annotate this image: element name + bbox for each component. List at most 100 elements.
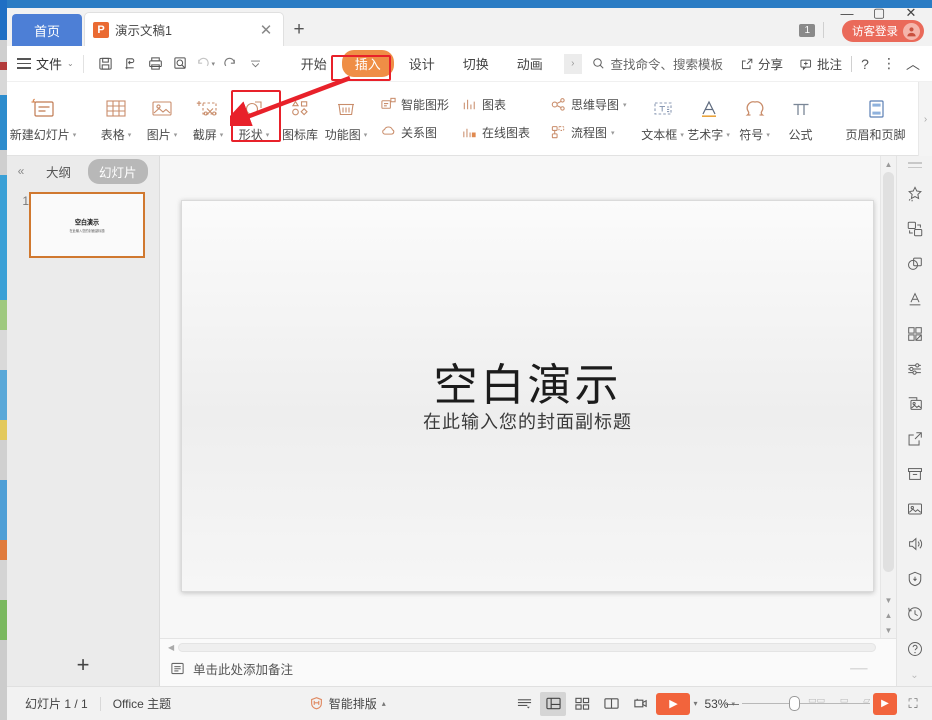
wordart-a-icon[interactable] <box>900 281 930 316</box>
zoom-handle[interactable] <box>789 696 800 711</box>
grid-apps-icon[interactable] <box>900 316 930 351</box>
slideshow-options-icon[interactable]: ▾ <box>693 699 697 708</box>
reading-view-icon[interactable] <box>598 692 624 716</box>
file-menu-button[interactable]: 文件 ⌄ <box>17 54 74 73</box>
ribbon-tab-insert[interactable]: 插入 <box>341 50 394 77</box>
ribbon-tab-transitions[interactable]: 切换 <box>450 50 502 77</box>
undo-icon[interactable]: ▾ <box>193 52 218 76</box>
ribbon-icon-library[interactable]: 图标库 <box>277 88 323 150</box>
notes-input[interactable]: 单击此处添加备注 <box>170 659 293 678</box>
help-circle-icon[interactable] <box>900 631 930 666</box>
ribbon-tab-home[interactable]: 开始 <box>288 50 340 77</box>
presenter-view-icon[interactable] <box>627 692 653 716</box>
ribbon-table[interactable]: 表格 ▾ <box>93 88 139 150</box>
ribbon-relationship[interactable]: 关系图 <box>375 121 454 144</box>
ribbon-symbol[interactable]: 符号 ▾ <box>732 88 778 150</box>
swap-shapes-icon[interactable] <box>900 211 930 246</box>
scroll-left-icon[interactable]: ◀ <box>168 643 174 652</box>
print-preview-icon[interactable] <box>168 52 193 76</box>
slide-sorter-icon[interactable] <box>569 692 595 716</box>
close-tab-icon[interactable]: ✕ <box>257 21 275 39</box>
photo-icon[interactable] <box>900 491 930 526</box>
ribbon-wordart[interactable]: 艺术字 ▾ <box>686 88 732 150</box>
collapse-panel-icon[interactable]: « <box>13 164 29 178</box>
vertical-scrollbar[interactable]: ▲ ▼ ▲ ▼ <box>880 156 896 638</box>
sliders-icon[interactable] <box>900 351 930 386</box>
print-icon[interactable] <box>143 52 168 76</box>
history-clock-icon[interactable] <box>900 596 930 631</box>
theme-label[interactable]: Office 主题 <box>101 695 183 712</box>
collapse-ribbon-icon[interactable]: ︿ <box>902 53 924 75</box>
comment-button[interactable]: 批注 <box>792 51 849 76</box>
new-tab-icon[interactable]: + <box>284 14 314 46</box>
horizontal-scrollbar[interactable]: ◀ <box>168 642 876 652</box>
more-tabs-icon[interactable]: › <box>563 53 582 74</box>
ribbon-flowchart[interactable]: 流程图 ▾ <box>545 121 632 144</box>
ribbon-tab-animation[interactable]: 动画 <box>504 50 556 77</box>
rail-chevron-down-icon[interactable]: ⌄ <box>910 667 918 686</box>
tab-outline[interactable]: 大纲 <box>35 159 82 184</box>
ribbon-online-chart[interactable]: 在线图表 <box>456 121 535 144</box>
home-tab[interactable]: 首页 <box>12 14 82 46</box>
ribbon-header-footer-label: 页眉和页脚 <box>845 128 906 142</box>
start-slideshow-button[interactable]: ▶ <box>656 692 691 715</box>
next-slide-icon[interactable]: ▼ <box>881 622 896 638</box>
outline-view-icon[interactable] <box>511 692 537 716</box>
ribbon-smartart[interactable]: 智能图形 <box>375 93 454 116</box>
help-icon[interactable]: ? <box>854 53 876 75</box>
zoom-out-icon[interactable]: — <box>726 696 739 711</box>
ribbon-equation[interactable]: 公式 <box>778 88 824 150</box>
image-frame-icon[interactable] <box>900 386 930 421</box>
ribbon-function-chart[interactable]: 功能图 ▾ <box>323 88 369 150</box>
redo-icon[interactable] <box>218 52 243 76</box>
fullscreen-icon[interactable]: ⛶ <box>900 692 926 716</box>
ribbon-tab-design[interactable]: 设计 <box>396 50 448 77</box>
share-out-icon[interactable] <box>900 421 930 456</box>
ribbon-overflow-button[interactable]: › <box>918 82 932 156</box>
guest-login-button[interactable]: 访客登录 <box>842 20 924 42</box>
slide-surface[interactable]: 空白演示 在此输入您的封面副标题 <box>181 200 874 592</box>
slide-canvas[interactable]: 空白演示 在此输入您的封面副标题 <box>160 156 880 638</box>
ribbon-chart[interactable]: 图表 <box>456 93 535 116</box>
ribbon-new-slide[interactable]: 新建幻灯片 ▾ <box>7 88 79 150</box>
sparkle-star-icon[interactable] <box>900 176 930 211</box>
slide-count-label: 幻灯片 1 / 1 <box>25 697 88 711</box>
speaker-icon[interactable] <box>900 526 930 561</box>
add-slide-button[interactable]: + <box>7 644 159 686</box>
archive-box-icon[interactable] <box>900 456 930 491</box>
slide-title-placeholder[interactable]: 空白演示 <box>182 349 873 413</box>
slide-thumbnail[interactable]: 空白演示 在此输入您的封面副标题 <box>29 192 145 258</box>
ribbon-picture[interactable]: 图片 ▾ <box>139 88 185 150</box>
scroll-up-icon[interactable]: ▲ <box>881 156 896 172</box>
label-text: 艺术字 <box>687 128 724 142</box>
label-text: 截屏 <box>192 128 217 142</box>
ribbon-header-footer[interactable]: 页眉和页脚 <box>838 88 914 150</box>
search-input[interactable]: 查找命令、搜索模板 <box>584 54 731 73</box>
equation-icon <box>788 94 814 124</box>
ribbon-mindmap[interactable]: 思维导图 ▾ <box>545 93 632 116</box>
zoom-slider[interactable]: — ▭▭ ▭ ▱ <box>726 694 870 714</box>
ribbon-textbox[interactable]: 文本框 ▾ <box>640 88 686 150</box>
thumbnail-list-item[interactable]: 1 空白演示 在此输入您的封面副标题 <box>7 186 159 258</box>
document-tab[interactable]: P 演示文稿1 ✕ <box>84 12 284 46</box>
scroll-down-icon[interactable]: ▼ <box>881 592 896 608</box>
normal-view-icon[interactable] <box>540 691 567 716</box>
shapes-overlap-icon[interactable] <box>900 246 930 281</box>
ribbon-screenshot[interactable]: 截屏 ▾ <box>185 88 231 150</box>
notes-resize-handle[interactable]: ⸺ <box>850 660 868 676</box>
smart-layout-button[interactable]: 智能排版 ▴ <box>309 695 386 712</box>
share-button[interactable]: 分享 <box>733 51 790 76</box>
scrollbar-thumb[interactable] <box>883 172 894 572</box>
horizontal-scroll-track[interactable] <box>178 642 876 652</box>
tab-slides[interactable]: 幻灯片 <box>88 158 148 184</box>
previous-slide-icon[interactable]: ▲ <box>881 607 896 623</box>
cloud-sync-icon[interactable] <box>118 52 143 76</box>
title-bar-accent <box>7 0 932 8</box>
save-icon[interactable] <box>93 52 118 76</box>
more-options-icon[interactable]: ⋮ <box>878 53 900 75</box>
customize-qat-icon[interactable] <box>243 52 268 76</box>
slide-subtitle-placeholder[interactable]: 在此输入您的封面副标题 <box>182 408 873 434</box>
shield-icon[interactable] <box>900 561 930 596</box>
fit-to-window-button[interactable]: ▶ <box>873 692 897 715</box>
ribbon-shapes[interactable]: 形状 ▾ <box>231 88 277 150</box>
